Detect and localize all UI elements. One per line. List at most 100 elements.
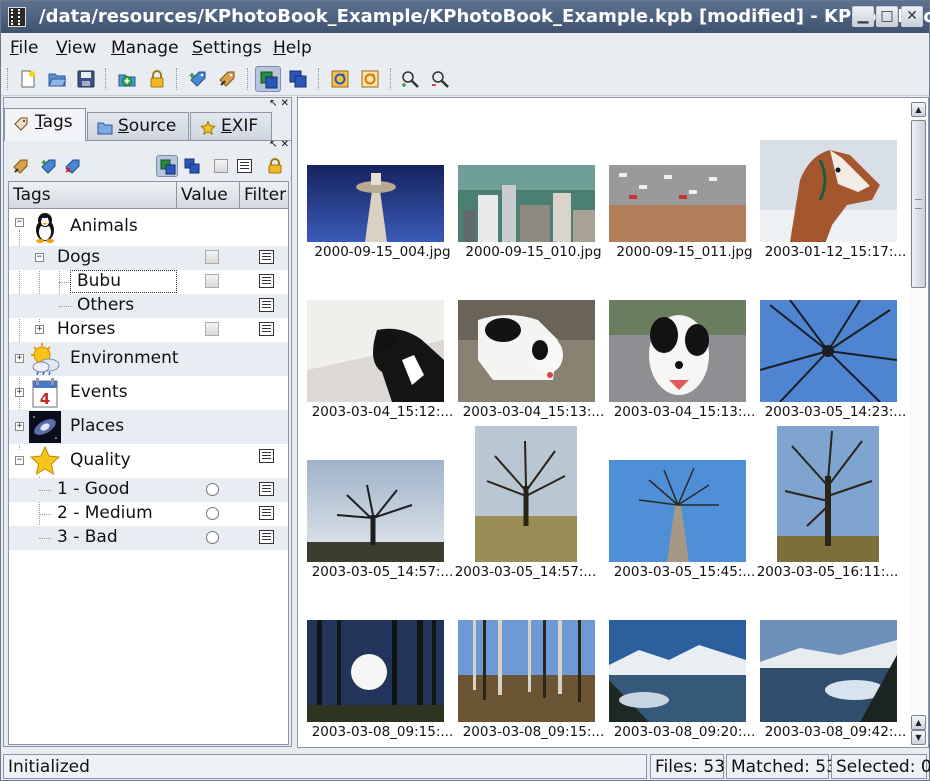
filter-toggle-icon[interactable] (259, 274, 274, 288)
filter-toggle-icon[interactable] (259, 530, 274, 544)
zoom-out-button[interactable] (427, 66, 453, 92)
filter-toggle-icon[interactable] (259, 449, 274, 463)
lock-button[interactable] (144, 66, 170, 92)
tree-node-others[interactable]: Others (9, 294, 288, 318)
filter-and-button[interactable] (255, 66, 281, 92)
thumbnail-item[interactable]: 2003-03-05_16:11:... (757, 426, 928, 586)
thumbnail-item[interactable]: 2003-03-04_15:13:... (609, 296, 760, 456)
tab-exif[interactable]: EXIF (190, 112, 272, 140)
tree-node-horses[interactable]: + Horses (9, 318, 288, 342)
thumbnail-item[interactable]: 2000-09-15_004.jpg (307, 136, 458, 296)
value-checkbox[interactable] (205, 250, 219, 264)
value-radio[interactable] (206, 483, 219, 496)
scroll-thumb[interactable] (911, 120, 926, 288)
tree-node-medium[interactable]: 2 - Medium (9, 502, 288, 526)
tree-node-animals[interactable]: − Animals (9, 210, 288, 244)
expand-icon[interactable]: + (15, 354, 24, 363)
expand-icon[interactable]: + (35, 325, 44, 334)
filter-toggle-icon[interactable] (259, 482, 274, 496)
tree-node-good[interactable]: 1 - Good (9, 478, 288, 502)
folder-icon (97, 122, 113, 135)
maximize-button[interactable]: □ (876, 6, 898, 27)
add-source-button[interactable] (114, 66, 140, 92)
thumbnail-item[interactable]: 2003-01-12_15:17:... (760, 136, 911, 296)
menu-bar: File View Manage Settings Help (1, 34, 929, 62)
menu-file[interactable]: File (10, 38, 38, 58)
tag-remove-button[interactable] (62, 155, 84, 177)
open-button[interactable] (44, 66, 70, 92)
auto-refresh-button[interactable] (327, 66, 353, 92)
thumbnail-item[interactable]: 2003-03-05_14:57:... (455, 426, 626, 586)
column-header-value[interactable]: Value (177, 182, 240, 209)
photo-forest-sun (307, 620, 444, 722)
minimize-button[interactable]: ▁ (852, 6, 874, 27)
filter-toggle-icon[interactable] (259, 250, 274, 264)
filter-toggle-icon[interactable] (259, 506, 274, 520)
thumbnail-caption: 2003-03-08_09:20:... (613, 724, 756, 740)
column-header-tags[interactable]: Tags (9, 182, 177, 209)
thumbnail-item[interactable]: 2003-03-05_14:57:... (307, 456, 458, 616)
expand-icon[interactable]: + (15, 388, 24, 397)
collapse-icon[interactable]: − (35, 253, 44, 262)
title-bar[interactable]: /data/resources/KPhotoBook_Example/KPhot… (1, 1, 930, 33)
close-button[interactable]: ✕ (901, 6, 923, 27)
filter-toggle-icon[interactable] (259, 298, 274, 312)
zoom-in-button[interactable] (397, 66, 423, 92)
tree-node-events[interactable]: + 4 Events (9, 376, 288, 410)
photo-dog-face (609, 300, 746, 402)
tree-node-environment[interactable]: + Environment (9, 342, 288, 376)
tree-node-places[interactable]: + Places (9, 410, 288, 444)
thumbnail-item[interactable]: 2000-09-15_011.jpg (609, 136, 760, 296)
scroll-down-button[interactable]: ▼ (911, 730, 926, 745)
scroll-up-button-bottom[interactable]: ▲ (911, 715, 926, 730)
tag-filter-and-button[interactable] (156, 155, 178, 177)
filter-toggle-icon[interactable] (259, 322, 274, 336)
menu-view[interactable]: View (56, 38, 96, 58)
scroll-up-button[interactable]: ▲ (911, 102, 926, 117)
save-button[interactable] (73, 66, 99, 92)
thumbnail-caption: 2003-03-08_09:42:... (764, 724, 907, 740)
thumbnail-caption: 2003-03-04_15:13:... (613, 404, 756, 420)
tag-filter-list-button[interactable] (234, 155, 256, 177)
value-radio[interactable] (206, 507, 219, 520)
toolbar-grip[interactable] (7, 68, 9, 90)
add-tag-button[interactable] (185, 66, 211, 92)
refresh-button[interactable] (357, 66, 383, 92)
thumbnail-view: 2000-09-15_004.jpg 2000-09-15_010.jpg 20… (297, 97, 929, 748)
column-header-filter[interactable]: Filter (240, 182, 288, 209)
value-radio[interactable] (206, 531, 219, 544)
tree-node-bubu[interactable]: Bubu (9, 270, 288, 294)
new-button[interactable] (15, 66, 41, 92)
thumbnail-item[interactable]: 2000-09-15_010.jpg (458, 136, 609, 296)
filter-or-icon (289, 70, 307, 88)
thumbnail-item[interactable]: 2003-03-05_15:45:... (609, 456, 760, 616)
tree-node-quality[interactable]: − Quality (9, 444, 288, 478)
filter-or-button[interactable] (285, 66, 311, 92)
calendar-icon: 4 (32, 378, 58, 408)
tree-header: Tags Value Filter (9, 182, 288, 209)
photo-forest-clearing (458, 620, 595, 722)
collapse-icon[interactable]: − (15, 218, 24, 227)
collapse-icon[interactable]: − (15, 456, 24, 465)
film-strip-icon[interactable] (8, 7, 26, 27)
menu-help[interactable]: Help (273, 38, 312, 58)
panel-handle[interactable]: ↖ ✕ (269, 139, 289, 150)
tag-lock-button[interactable] (264, 155, 286, 177)
expand-icon[interactable]: + (15, 422, 24, 431)
tag-add-button[interactable] (38, 155, 60, 177)
tab-tags[interactable]: Tags (4, 108, 86, 141)
value-checkbox[interactable] (205, 322, 219, 336)
value-checkbox[interactable] (205, 274, 219, 288)
menu-settings[interactable]: Settings (192, 38, 262, 58)
tag-filter-or-button[interactable] (181, 155, 203, 177)
tab-source[interactable]: Source (87, 112, 189, 140)
vertical-scrollbar[interactable]: ▲ ▲ ▼ (910, 100, 927, 745)
edit-tag-button[interactable] (214, 66, 240, 92)
tree-node-dogs[interactable]: − Dogs (9, 246, 288, 270)
tag-uncheck-button[interactable] (210, 155, 232, 177)
tag-edit-button[interactable] (10, 155, 32, 177)
menu-manage[interactable]: Manage (111, 38, 179, 58)
thumbnail-caption: 2003-03-08_09:15:... (462, 724, 605, 740)
thumbnail-item[interactable]: 2003-03-04_15:12:... (307, 296, 458, 456)
tree-node-bad[interactable]: 3 - Bad (9, 526, 288, 550)
